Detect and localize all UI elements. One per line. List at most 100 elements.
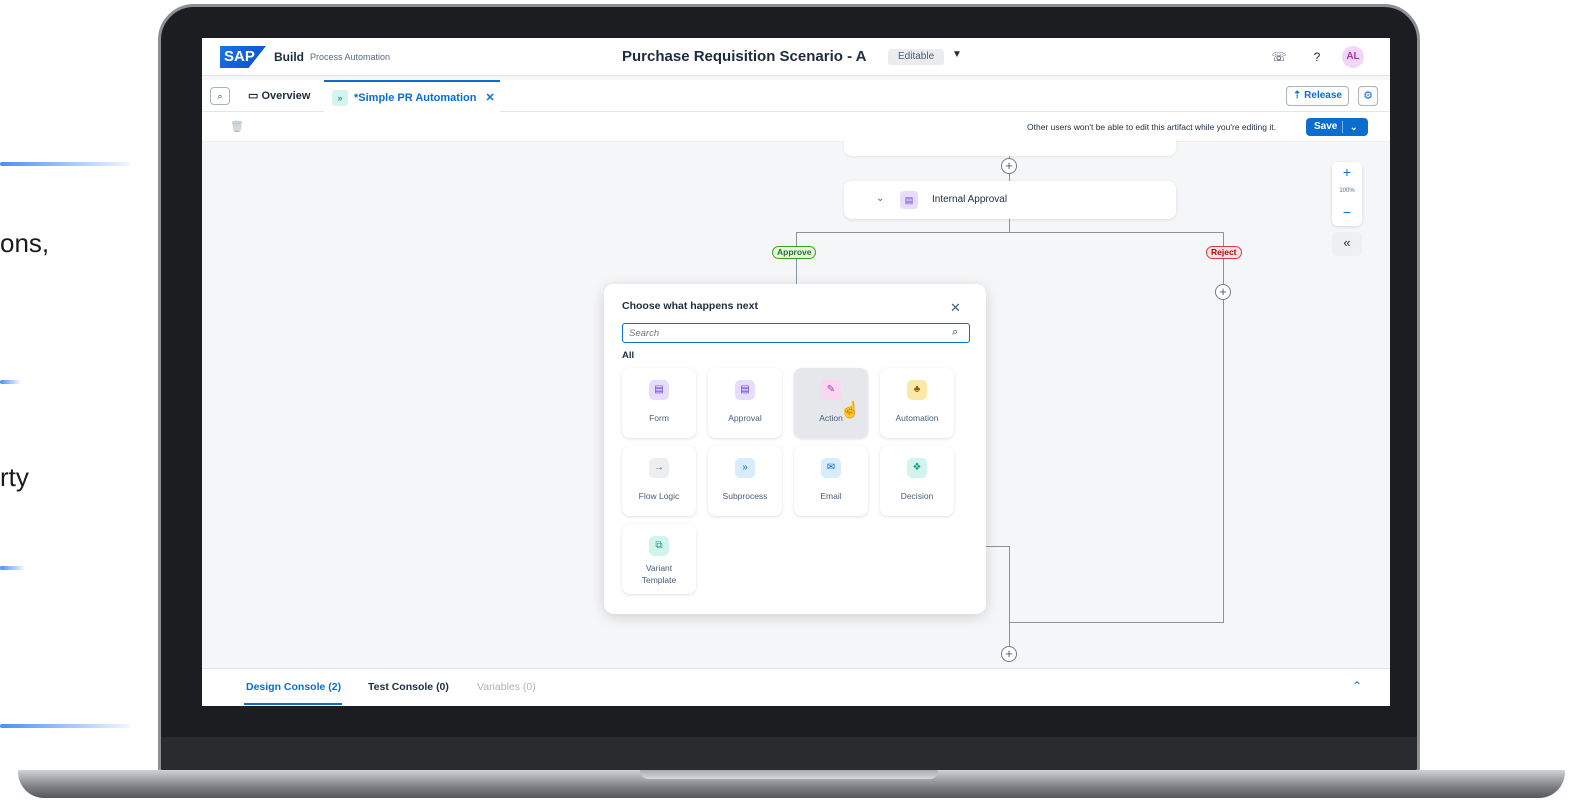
close-icon[interactable]: ✕	[486, 92, 495, 104]
tab-overview[interactable]: ▭ Overview	[248, 80, 310, 112]
help-icon[interactable]: ?	[1308, 48, 1326, 66]
tile-label: Decision	[900, 491, 934, 501]
reject-branch-label[interactable]: Reject	[1206, 246, 1242, 259]
tile-decision[interactable]: ❖ Decision	[880, 446, 954, 516]
laptop-notch	[640, 770, 938, 779]
page-title: Purchase Requisition Scenario - A	[622, 48, 867, 65]
connector	[1009, 622, 1224, 623]
process-icon: »	[332, 90, 348, 107]
tile-email[interactable]: ✉ Email	[794, 446, 868, 516]
tile-flow-logic[interactable]: → Flow Logic	[622, 446, 696, 516]
toolbar: 🗑 Other users won't be able to edit this…	[202, 112, 1390, 142]
search-icon[interactable]: ⌕	[210, 87, 230, 105]
chevron-down-icon[interactable]: ⌄	[876, 193, 884, 204]
connector	[986, 546, 1010, 547]
tile-label: Automation	[895, 413, 939, 423]
zoom-level[interactable]: 100%	[1332, 188, 1362, 194]
tab-design-console[interactable]: Design Console (2)	[246, 681, 341, 693]
section-label: All	[622, 350, 635, 361]
folder-icon: ▭	[248, 90, 262, 102]
decision-icon: ❖	[907, 458, 927, 478]
node-label: Internal Approval	[932, 194, 1008, 205]
tab-test-console[interactable]: Test Console (0)	[368, 681, 449, 693]
previous-step-node[interactable]	[844, 138, 1176, 156]
connector	[1009, 219, 1010, 233]
form-icon: ▤	[649, 380, 669, 400]
approval-icon: ▤	[735, 380, 755, 400]
connector	[796, 232, 1224, 233]
tile-label: Form	[649, 413, 669, 423]
zoom-control: + 100% −	[1332, 162, 1362, 226]
edit-lock-note: Other users won't be able to edit this a…	[1027, 122, 1276, 132]
slide-text-fragment: rty	[0, 462, 29, 492]
zoom-in-button[interactable]: +	[1332, 164, 1362, 180]
product-name: Build	[274, 50, 304, 64]
approval-icon: ▤	[900, 191, 918, 209]
tab-variables[interactable]: Variables (0)	[477, 681, 536, 693]
tile-approval[interactable]: ▤ Approval	[708, 368, 782, 438]
connector	[1009, 546, 1010, 646]
add-step-icon[interactable]: +	[1215, 284, 1231, 300]
tab-label: *Simple PR Automation	[354, 92, 477, 104]
shell-bar: SAP Build Process Automation Purchase Re…	[202, 38, 1390, 76]
tab-bar: ⌕ ▭ Overview » *Simple PR Automation ✕ ⇡ …	[202, 80, 1390, 112]
chevron-up-icon[interactable]: ⌃	[1352, 679, 1362, 693]
action-icon: ✎	[821, 380, 841, 400]
save-button[interactable]: Save ⌄	[1306, 118, 1368, 136]
connector	[1009, 174, 1010, 181]
automation-icon: ♣	[907, 380, 927, 400]
search-icon[interactable]: ⌕	[952, 326, 958, 339]
slide-divider	[0, 724, 130, 728]
sap-logo[interactable]: SAP	[220, 46, 266, 68]
save-label: Save	[1314, 121, 1338, 132]
approve-branch-label[interactable]: Approve	[772, 246, 817, 259]
feedback-icon[interactable]: ☏	[1270, 48, 1288, 66]
tile-automation[interactable]: ♣ Automation	[880, 368, 954, 438]
gear-icon: ⚙	[1363, 90, 1373, 102]
next-step-popover: Choose what happens next ✕ ⌕ All ▤ Form …	[604, 284, 986, 614]
tile-subprocess[interactable]: » Subprocess	[708, 446, 782, 516]
divider	[1342, 121, 1343, 133]
tab-simple-pr-automation[interactable]: » *Simple PR Automation ✕	[324, 80, 500, 112]
variant-template-icon: ⧉	[649, 536, 669, 556]
tile-label: Variant Template	[641, 563, 677, 585]
active-tab-indicator	[244, 703, 342, 705]
double-chevron-left-icon: «	[1343, 235, 1351, 250]
internal-approval-node[interactable]: ⌄ ▤ Internal Approval	[844, 181, 1176, 219]
email-icon: ✉	[821, 458, 841, 478]
slide-divider	[0, 162, 130, 166]
tile-label: Flow Logic	[638, 491, 680, 501]
hand-cursor-icon: ☝	[840, 402, 860, 419]
arrow-right-icon: →	[649, 458, 669, 478]
add-step-icon[interactable]: +	[1001, 646, 1017, 662]
close-icon[interactable]: ✕	[950, 300, 961, 316]
chevron-down-icon[interactable]: ⌄	[1350, 118, 1358, 136]
bottom-console: Design Console (2) Test Console (0) Vari…	[202, 668, 1390, 706]
slide-divider	[0, 380, 20, 384]
slide-divider	[0, 566, 24, 570]
tile-label: Subprocess	[722, 491, 768, 501]
trash-icon[interactable]: 🗑	[230, 120, 244, 133]
slide-text-fragment: ons,	[0, 228, 50, 258]
release-button[interactable]: ⇡ Release	[1286, 86, 1349, 106]
subprocess-icon: »	[735, 458, 755, 478]
search-input[interactable]	[622, 323, 970, 343]
add-step-icon[interactable]: +	[1001, 158, 1017, 174]
process-canvas[interactable]: + ⌄ ▤ Internal Approval Approve Reject +…	[202, 138, 1390, 666]
popover-title: Choose what happens next	[622, 300, 758, 312]
avatar[interactable]: AL	[1342, 46, 1364, 68]
tab-label: Overview	[261, 90, 311, 102]
upload-icon: ⇡	[1293, 90, 1305, 101]
stage: ons, rty SAP Build Process Automation Pu…	[0, 0, 1583, 803]
zoom-out-button[interactable]: −	[1332, 204, 1362, 220]
release-label: Release	[1304, 90, 1342, 101]
tile-label: Approval	[728, 413, 762, 423]
tile-form[interactable]: ▤ Form	[622, 368, 696, 438]
tile-variant-template[interactable]: ⧉ Variant Template	[622, 524, 696, 594]
status-badge: Editable	[888, 49, 945, 65]
tile-label: Email	[820, 491, 842, 501]
settings-button[interactable]: ⚙	[1358, 86, 1378, 106]
app-screen: SAP Build Process Automation Purchase Re…	[202, 38, 1390, 706]
caret-down-icon[interactable]: ▼	[952, 49, 962, 60]
collapse-panel-button[interactable]: «	[1332, 232, 1362, 256]
